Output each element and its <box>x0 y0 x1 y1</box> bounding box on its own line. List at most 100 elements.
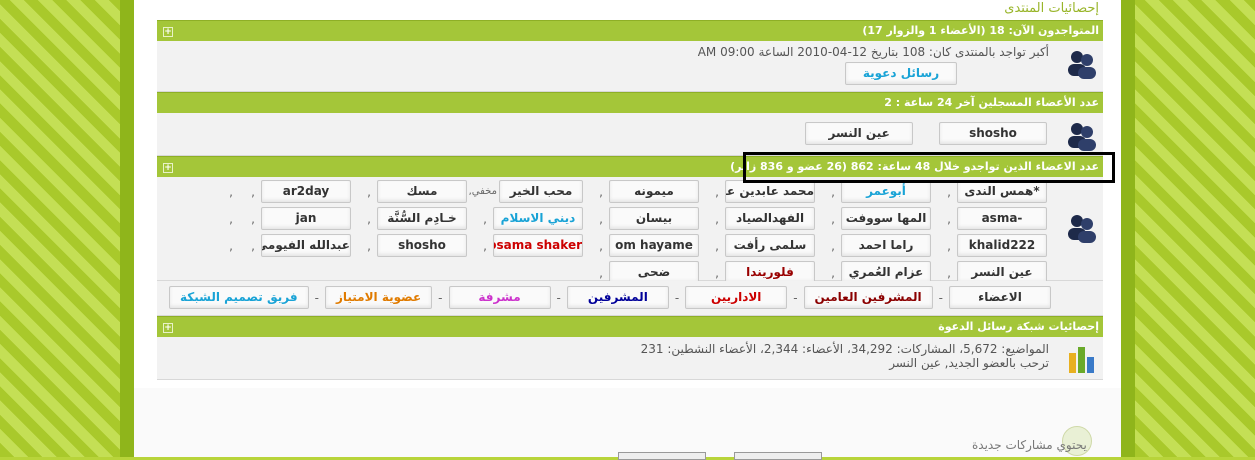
network-header: إحصائيات شبكة رسائل الدعوة + <box>157 316 1103 337</box>
member-link[interactable]: راما احمد <box>841 234 931 257</box>
network-header-text: إحصائيات شبكة رسائل الدعوة <box>938 320 1099 333</box>
separator: , <box>229 184 233 199</box>
member-cell: khalid222, <box>933 234 1049 257</box>
member-link[interactable]: بيسان <box>609 207 699 230</box>
separator: , <box>251 211 255 226</box>
member-link[interactable]: *همس الندى <box>957 180 1047 203</box>
member-link[interactable]: khalid222 <box>957 234 1047 257</box>
separator: - <box>556 290 561 305</box>
member-link[interactable]: osama shaker <box>493 234 583 257</box>
frame-right <box>1121 0 1135 457</box>
expand-icon[interactable]: + <box>163 27 173 37</box>
member-link[interactable]: الفهدالصياد <box>725 207 815 230</box>
invite-messages-button[interactable]: رسائل دعوية <box>845 62 957 85</box>
separator: - <box>674 290 680 305</box>
separator: , <box>229 238 233 253</box>
group-link[interactable]: فريق تصميم الشبكة <box>168 286 309 309</box>
separator: , <box>715 238 719 253</box>
member-cell: مسك, <box>353 180 469 203</box>
new-posts-label: يحتوي مشاركات جديدة <box>972 438 1087 452</box>
visited-members-grid: *همس الندى,أبوعمر,محمد عابدين علي,ميمونه… <box>161 180 1049 284</box>
member-link[interactable]: ديني الاسلام <box>493 207 583 230</box>
separator: , <box>367 184 371 199</box>
member-link[interactable]: مسك <box>377 180 467 203</box>
member-cell: , <box>121 234 237 257</box>
member-link[interactable]: om hayame <box>609 234 699 257</box>
network-row: المواضيع: 5,672، المشاركات: 34,292، الأع… <box>157 337 1103 380</box>
member-cell: راما احمد, <box>817 234 933 257</box>
separator: , <box>599 184 603 199</box>
member-link[interactable]: ar2day <box>261 180 351 203</box>
expand-icon[interactable]: + <box>163 323 173 333</box>
member-link[interactable]: المها سووفت <box>841 207 931 230</box>
group-link[interactable]: عضوية الامتياز <box>324 286 433 309</box>
max-online-text: أكبر تواجد بالمنتدى كان: 108 بتاريخ 12-0… <box>697 45 1049 59</box>
online-header-text: المتواجدون الآن: 18 (الأعضاء 1 والزوار 1… <box>862 24 1099 37</box>
separator: , <box>599 238 603 253</box>
separator: - <box>793 290 798 305</box>
member-link[interactable]: خـادِم السُّنَّة <box>377 207 467 230</box>
member-cell: jan, <box>237 207 353 230</box>
users-icon <box>1068 51 1096 79</box>
member-link[interactable]: shosho <box>939 122 1047 145</box>
member-cell: بيسان, <box>585 207 701 230</box>
member-link[interactable]: أبوعمر <box>841 180 931 203</box>
separator: , <box>715 184 719 199</box>
member-cell: محب الخير مخفي, <box>469 180 585 203</box>
bar-chart-icon <box>1069 347 1094 373</box>
separator: , <box>947 211 951 226</box>
separator: - <box>438 290 443 305</box>
decor-right-pattern <box>1135 0 1255 457</box>
group-link[interactable]: مشرفة <box>448 286 551 309</box>
separator: , <box>831 265 835 280</box>
separator: , <box>715 265 719 280</box>
separator: - <box>938 290 943 305</box>
member-link[interactable]: عبدالله الفيومي <box>261 234 351 257</box>
member-cell: سلمى رأفت, <box>701 234 817 257</box>
group-link[interactable]: المشرفين <box>566 286 669 309</box>
member-cell: , <box>121 180 237 203</box>
welcome-new-member-text: ترحب بالعضو الجديد, عين النسر <box>889 356 1049 370</box>
registered-header: عدد الأعضاء المسجلين آخر 24 ساعة : 2 <box>157 92 1103 113</box>
separator: , <box>947 238 951 253</box>
footer-tab[interactable] <box>618 452 706 460</box>
forum-page: إحصائيات المنتدى المتواجدون الآن: 18 (ال… <box>134 0 1121 460</box>
users-icon <box>1068 215 1096 243</box>
visited48-row: *همس الندى,أبوعمر,محمد عابدين علي,ميمونه… <box>157 177 1103 284</box>
member-cell: أبوعمر, <box>817 180 933 203</box>
member-cell: shosho, <box>353 234 469 257</box>
separator: , <box>599 211 603 226</box>
separator: , <box>483 211 487 226</box>
member-link[interactable]: shosho <box>377 234 467 257</box>
member-link[interactable]: ميمونه <box>609 180 699 203</box>
member-link[interactable]: محب الخير <box>499 180 583 203</box>
member-cell: الفهدالصياد, <box>701 207 817 230</box>
network-stats-text: المواضيع: 5,672، المشاركات: 34,292، الأع… <box>640 342 1049 356</box>
member-link[interactable]: محمد عابدين علي <box>725 180 815 203</box>
footer-tab[interactable] <box>734 452 822 460</box>
member-cell: *همس الندى, <box>933 180 1049 203</box>
member-link[interactable]: سلمى رأفت <box>725 234 815 257</box>
separator: , <box>251 238 255 253</box>
group-link[interactable]: الاعضاء <box>949 286 1051 309</box>
highlight-box <box>743 152 1115 183</box>
separator: , <box>831 184 835 199</box>
separator: , <box>251 184 255 199</box>
expand-icon[interactable]: + <box>163 163 173 173</box>
groups-list: الاعضاء - المشرفين العامين - الاداريين - المشر… <box>167 286 1053 309</box>
member-cell: محمد عابدين علي, <box>701 180 817 203</box>
member-cell: خـادِم السُّنَّة, <box>353 207 469 230</box>
separator: , <box>367 211 371 226</box>
online-row: أكبر تواجد بالمنتدى كان: 108 بتاريخ 12-0… <box>157 41 1103 92</box>
separator: , <box>831 211 835 226</box>
separator: , <box>831 238 835 253</box>
separator: - <box>314 290 319 305</box>
member-link[interactable]: -asma <box>957 207 1047 230</box>
member-link[interactable]: jan <box>261 207 351 230</box>
member-cell: ميمونه, <box>585 180 701 203</box>
separator: , <box>947 184 951 199</box>
member-link[interactable]: عين النسر <box>805 122 914 145</box>
forum-stats-title: إحصائيات المنتدى <box>1004 1 1099 16</box>
group-link[interactable]: الاداريين <box>685 286 788 309</box>
group-link[interactable]: المشرفين العامين <box>803 286 933 309</box>
